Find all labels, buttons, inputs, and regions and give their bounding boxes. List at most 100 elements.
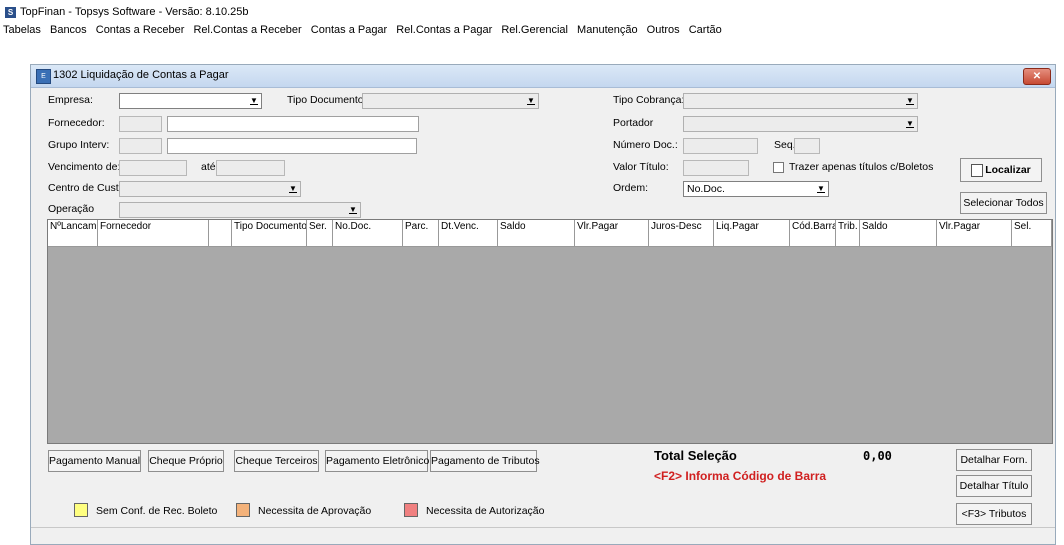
operacao-label: Operação xyxy=(48,203,95,215)
menu-rel-contas-pagar[interactable]: Rel.Contas a Pagar xyxy=(396,24,492,36)
app-title-bar: S TopFinan - Topsys Software - Versão: 8.… xyxy=(5,4,248,20)
chevron-down-icon: ▼ xyxy=(349,205,357,214)
menu-cartao[interactable]: Cartão xyxy=(689,24,722,36)
grupo-interv-code-input[interactable] xyxy=(119,138,162,154)
empresa-select[interactable]: ▼ xyxy=(119,93,262,109)
trazer-boletos-label: Trazer apenas títulos c/Boletos xyxy=(789,161,934,173)
app-icon: S xyxy=(5,6,16,18)
col-dt-venc[interactable]: Dt.Venc. xyxy=(439,220,498,234)
numero-doc-input[interactable] xyxy=(683,138,758,154)
vencimento-ate-input[interactable] xyxy=(216,160,285,176)
col-fornecedor[interactable]: Fornecedor xyxy=(98,220,209,234)
search-icon xyxy=(971,163,984,177)
f2-hint: <F2> Informa Código de Barra xyxy=(654,469,827,483)
f3-tributos-button[interactable]: <F3> Tributos xyxy=(956,503,1032,525)
titles-grid[interactable]: NºLancam Fornecedor Tipo Documento Ser. … xyxy=(47,219,1053,444)
menu-bancos[interactable]: Bancos xyxy=(50,24,87,36)
empresa-label: Empresa: xyxy=(48,94,93,106)
table-row[interactable] xyxy=(48,234,1052,247)
menu-tabelas[interactable]: Tabelas xyxy=(3,24,41,36)
col-blank[interactable] xyxy=(209,220,232,234)
col-ser[interactable]: Ser. xyxy=(307,220,333,234)
detalhar-forn-button[interactable]: Detalhar Forn. xyxy=(956,449,1032,471)
cheque-terceiros-button[interactable]: Cheque Terceiros xyxy=(234,450,319,472)
menu-contas-receber[interactable]: Contas a Receber xyxy=(96,24,185,36)
ate-label: até xyxy=(201,161,216,173)
vencimento-de-input[interactable] xyxy=(119,160,187,176)
ordem-value: No.Doc. xyxy=(687,183,725,195)
centro-custo-label: Centro de Custo: xyxy=(48,182,128,194)
col-liq-pagar[interactable]: Liq.Pagar xyxy=(714,220,790,234)
chevron-down-icon: ▼ xyxy=(906,119,914,128)
legend-red-swatch xyxy=(404,503,418,517)
fornecedor-label: Fornecedor: xyxy=(48,117,105,129)
portador-label: Portador xyxy=(613,117,654,129)
col-tipo-documento[interactable]: Tipo Documento xyxy=(232,220,307,234)
col-vlr-pagar-2[interactable]: Vlr.Pagar xyxy=(937,220,1012,234)
col-saldo[interactable]: Saldo xyxy=(498,220,575,234)
operacao-select[interactable]: ▼ xyxy=(119,202,361,218)
pagamento-eletronico-button[interactable]: Pagamento Eletrônico xyxy=(325,450,429,472)
selecionar-todos-button[interactable]: Selecionar Todos xyxy=(960,192,1047,214)
ordem-label: Ordem: xyxy=(613,182,649,194)
col-nlancam[interactable]: NºLancam xyxy=(48,220,98,234)
cheque-proprio-button[interactable]: Cheque Próprio xyxy=(148,450,224,472)
legend-aprovacao-label: Necessita de Aprovação xyxy=(258,505,372,517)
trazer-boletos-checkbox[interactable] xyxy=(773,162,784,173)
grupo-interv-label: Grupo Interv: xyxy=(48,139,110,151)
close-button[interactable]: ✕ xyxy=(1023,68,1051,85)
valor-titulo-label: Valor Título: xyxy=(613,161,669,173)
menu-contas-pagar[interactable]: Contas a Pagar xyxy=(311,24,387,36)
localizar-button[interactable]: Localizar xyxy=(960,158,1042,182)
col-trib[interactable]: Trib. xyxy=(836,220,860,234)
grid-header: NºLancam Fornecedor Tipo Documento Ser. … xyxy=(48,220,1052,235)
chevron-down-icon: ▼ xyxy=(817,184,825,193)
status-bar xyxy=(31,527,1055,544)
chevron-down-icon: ▼ xyxy=(527,96,535,105)
legend-autorizacao-label: Necessita de Autorização xyxy=(426,505,545,517)
menu-outros[interactable]: Outros xyxy=(647,24,680,36)
col-vlr-pagar[interactable]: Vlr.Pagar xyxy=(575,220,649,234)
pagamento-manual-button[interactable]: Pagamento Manual xyxy=(48,450,141,472)
seq-label: Seq. xyxy=(774,139,796,151)
col-cod-barra[interactable]: Cód.Barra xyxy=(790,220,836,234)
menu-bar: Tabelas Bancos Contas a Receber Rel.Cont… xyxy=(0,22,722,38)
tipo-cobranca-label: Tipo Cobrança: xyxy=(613,94,685,106)
total-selecao-label: Total Seleção xyxy=(654,448,737,463)
window-title-bar: E 1302 Liquidação de Contas a Pagar ✕ xyxy=(31,65,1055,88)
tipo-cobranca-select[interactable]: ▼ xyxy=(683,93,918,109)
ordem-select[interactable]: No.Doc. ▼ xyxy=(683,181,829,197)
chevron-down-icon: ▼ xyxy=(250,96,258,105)
tipo-documento-label: Tipo Documento xyxy=(287,94,364,106)
col-juros-desc[interactable]: Juros-Desc xyxy=(649,220,714,234)
window-icon: E xyxy=(36,69,51,84)
centro-custo-select[interactable]: ▼ xyxy=(119,181,301,197)
chevron-down-icon: ▼ xyxy=(906,96,914,105)
col-no-doc[interactable]: No.Doc. xyxy=(333,220,403,234)
valor-titulo-input[interactable] xyxy=(683,160,749,176)
numero-doc-label: Número Doc.: xyxy=(613,139,678,151)
seq-input[interactable] xyxy=(794,138,820,154)
detalhar-titulo-button[interactable]: Detalhar Título xyxy=(956,475,1032,497)
menu-rel-contas-receber[interactable]: Rel.Contas a Receber xyxy=(193,24,301,36)
menu-rel-gerencial[interactable]: Rel.Gerencial xyxy=(501,24,568,36)
pagamento-tributos-button[interactable]: Pagamento de Tributos xyxy=(430,450,540,472)
legend-orange-swatch xyxy=(236,503,250,517)
legend-sem-conf-label: Sem Conf. de Rec. Boleto xyxy=(96,505,218,517)
app-title: TopFinan - Topsys Software - Versão: 8.1… xyxy=(20,6,249,18)
menu-manutencao[interactable]: Manutenção xyxy=(577,24,638,36)
col-sel[interactable]: Sel. xyxy=(1012,220,1052,234)
col-parc[interactable]: Parc. xyxy=(403,220,439,234)
portador-select[interactable]: ▼ xyxy=(683,116,918,132)
liquidacao-window: E 1302 Liquidação de Contas a Pagar ✕ Em… xyxy=(30,64,1056,545)
chevron-down-icon: ▼ xyxy=(289,184,297,193)
fornecedor-name-input[interactable] xyxy=(167,116,419,132)
window-title: 1302 Liquidação de Contas a Pagar xyxy=(53,69,229,81)
total-selecao-value: 0,00 xyxy=(863,449,892,463)
tipo-documento-select[interactable]: ▼ xyxy=(362,93,539,109)
vencimento-label: Vencimento de: xyxy=(48,161,121,173)
col-saldo-2[interactable]: Saldo xyxy=(860,220,937,234)
grupo-interv-name-input[interactable] xyxy=(167,138,417,154)
fornecedor-code-input[interactable] xyxy=(119,116,162,132)
legend-yellow-swatch xyxy=(74,503,88,517)
